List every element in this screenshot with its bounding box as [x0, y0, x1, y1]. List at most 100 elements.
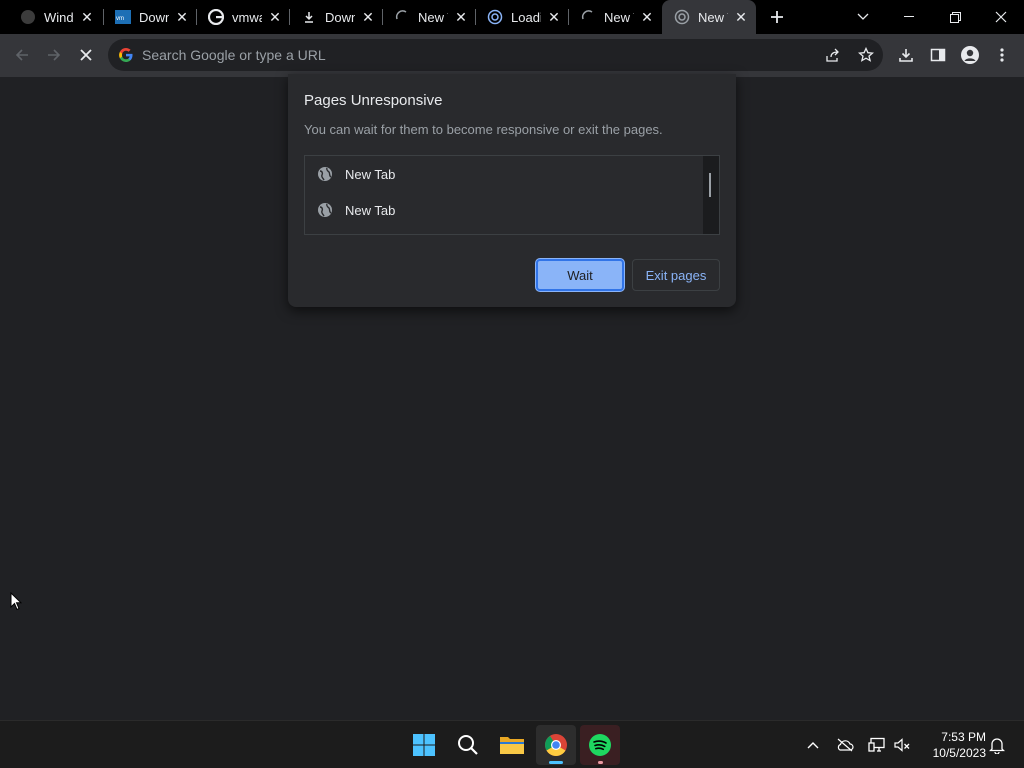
- vmware-icon: vm: [115, 9, 131, 25]
- menu-button[interactable]: [988, 41, 1016, 69]
- close-window-button[interactable]: [978, 0, 1024, 34]
- pages-unresponsive-dialog: Pages Unresponsive You can wait for them…: [288, 74, 736, 307]
- tab-title: vmware: [232, 9, 262, 25]
- loading-spinner-icon: [580, 9, 596, 25]
- network-tray-button[interactable]: [865, 733, 889, 757]
- download-icon: [899, 49, 913, 62]
- google-icon: [208, 9, 224, 25]
- scrollbar-thumb[interactable]: [709, 173, 711, 197]
- network-icon: [868, 737, 885, 752]
- scrollbar[interactable]: [703, 156, 719, 234]
- forward-button[interactable]: [40, 41, 68, 69]
- restore-icon: [949, 11, 961, 23]
- system-clock[interactable]: 7:53 PM 10/5/2023: [918, 729, 986, 761]
- tab-strip: Windows ✕ vm Download ✕ vmware ✕ Downloa…: [0, 0, 1024, 34]
- tab-title: Download: [325, 9, 355, 25]
- avatar-icon: [961, 46, 979, 64]
- tab-title: New Tab: [698, 9, 728, 25]
- tab-4[interactable]: Download ✕: [289, 0, 383, 34]
- tab-7[interactable]: New Tab ✕: [568, 0, 662, 34]
- clock-date: 10/5/2023: [932, 746, 986, 760]
- chevron-up-icon: [807, 742, 819, 749]
- google-icon: [119, 48, 133, 62]
- tab-title: New Tab: [604, 9, 634, 25]
- list-item[interactable]: New Tab: [305, 156, 703, 192]
- side-panel-button[interactable]: [924, 41, 952, 69]
- share-icon: [826, 48, 839, 62]
- speaker-muted-icon: [894, 738, 910, 752]
- close-icon: [995, 11, 1007, 23]
- tab-title: New Tab: [418, 9, 448, 25]
- close-icon[interactable]: ✕: [266, 8, 284, 26]
- bookmark-button[interactable]: [852, 41, 880, 69]
- unresponsive-pages-list[interactable]: New Tab New Tab: [304, 155, 720, 235]
- cloud-offline-icon: [837, 738, 854, 752]
- onedrive-tray-button[interactable]: [833, 733, 857, 757]
- close-icon: [80, 49, 92, 61]
- more-vertical-icon: [1000, 48, 1004, 62]
- share-button[interactable]: [819, 41, 847, 69]
- close-icon[interactable]: ✕: [545, 8, 563, 26]
- clock-time: 7:53 PM: [941, 730, 986, 744]
- windows-logo-icon: [413, 734, 435, 756]
- minimize-icon: [904, 16, 914, 17]
- chrome-taskbar-button[interactable]: [536, 725, 576, 765]
- tab-3[interactable]: vmware ✕: [196, 0, 290, 34]
- tab-8-active[interactable]: New Tab ✕: [662, 0, 756, 34]
- tab-title: Download: [139, 9, 169, 25]
- profile-button[interactable]: [956, 41, 984, 69]
- running-indicator: [598, 761, 603, 764]
- address-bar[interactable]: [108, 39, 883, 71]
- spotify-taskbar-button[interactable]: [580, 725, 620, 765]
- browser-toolbar: [0, 34, 1024, 77]
- close-icon[interactable]: ✕: [359, 8, 377, 26]
- notifications-button[interactable]: [985, 733, 1009, 757]
- folder-icon: [500, 737, 524, 754]
- chevron-down-icon: [857, 13, 869, 20]
- start-button[interactable]: [404, 725, 444, 765]
- restore-button[interactable]: [932, 0, 978, 34]
- downloads-button[interactable]: [892, 41, 920, 69]
- bell-icon: [989, 738, 1005, 754]
- taskbar: 7:53 PM 10/5/2023: [0, 720, 1024, 768]
- file-explorer-button[interactable]: [492, 725, 532, 765]
- close-icon[interactable]: ✕: [78, 8, 96, 26]
- globe-icon: [318, 203, 332, 217]
- side-panel-icon: [930, 48, 946, 62]
- wait-button[interactable]: Wait: [536, 259, 624, 291]
- tab-1[interactable]: Windows ✕: [8, 0, 102, 34]
- page-label: New Tab: [345, 202, 396, 218]
- close-icon[interactable]: ✕: [638, 8, 656, 26]
- github-icon: [20, 9, 36, 25]
- star-icon: [858, 47, 874, 62]
- close-icon[interactable]: ✕: [173, 8, 191, 26]
- volume-tray-button[interactable]: [890, 733, 914, 757]
- tab-title: Windows: [44, 9, 74, 25]
- dialog-message: You can wait for them to become responsi…: [304, 122, 663, 137]
- tab-search-button[interactable]: [840, 0, 886, 34]
- taskbar-search-button[interactable]: [448, 725, 488, 765]
- list-item[interactable]: New Tab: [305, 192, 703, 228]
- back-button[interactable]: [8, 41, 36, 69]
- download-icon: [301, 9, 317, 25]
- minimize-button[interactable]: [886, 0, 932, 34]
- tab-2[interactable]: vm Download ✕: [103, 0, 197, 34]
- tab-title: Loading: [511, 9, 541, 25]
- arrow-left-icon: [15, 49, 28, 61]
- search-input[interactable]: [142, 39, 822, 71]
- page-label: New Tab: [345, 166, 396, 182]
- tab-5[interactable]: New Tab ✕: [382, 0, 476, 34]
- globe-icon: [318, 167, 332, 181]
- exit-pages-button[interactable]: Exit pages: [632, 259, 720, 291]
- close-icon[interactable]: ✕: [452, 8, 470, 26]
- mouse-cursor-icon: [10, 592, 22, 611]
- show-hidden-icons-button[interactable]: [801, 733, 825, 757]
- arrow-right-icon: [48, 49, 61, 61]
- new-tab-button[interactable]: [766, 6, 788, 28]
- tab-6[interactable]: Loading ✕: [475, 0, 569, 34]
- spotify-icon: [589, 734, 611, 756]
- svg-text:vm: vm: [116, 16, 124, 22]
- search-icon: [458, 735, 478, 755]
- stop-loading-button[interactable]: [72, 41, 100, 69]
- close-icon[interactable]: ✕: [732, 8, 750, 26]
